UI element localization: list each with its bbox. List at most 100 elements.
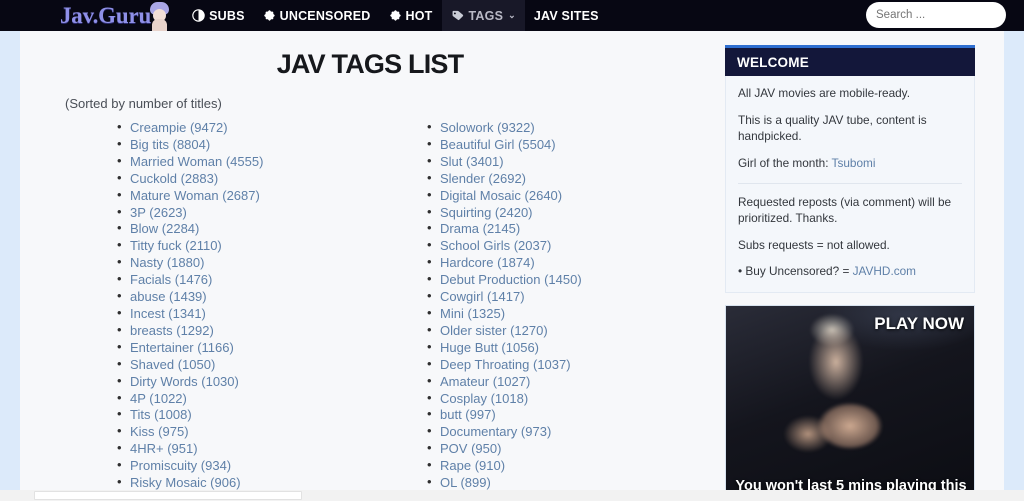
- tag-link[interactable]: Blow (2284): [130, 221, 199, 236]
- tag-link[interactable]: Squirting (2420): [440, 205, 533, 220]
- tag-list-item: Slender (2692): [420, 170, 720, 188]
- tag-link[interactable]: Promiscuity (934): [130, 458, 231, 473]
- tag-link[interactable]: Incest (1341): [130, 306, 206, 321]
- tag-link[interactable]: Shaved (1050): [130, 357, 215, 372]
- tag-link[interactable]: Titty fuck (2110): [130, 238, 222, 253]
- tag-link[interactable]: Facials (1476): [130, 272, 212, 287]
- tag-link[interactable]: Deep Throating (1037): [440, 357, 571, 372]
- tag-link[interactable]: Documentary (973): [440, 424, 551, 439]
- girl-of-the-month-link[interactable]: Tsubomi: [832, 156, 876, 170]
- tag-link[interactable]: Amateur (1027): [440, 374, 530, 389]
- tag-list-item: Digital Mosaic (2640): [420, 187, 720, 205]
- tag-link[interactable]: Debut Production (1450): [440, 272, 582, 287]
- tag-link[interactable]: Nasty (1880): [130, 255, 204, 270]
- tag-link[interactable]: POV (950): [440, 441, 501, 456]
- nav-item-jav-sites[interactable]: JAV SITES: [525, 0, 608, 31]
- tag-list-item: Entertainer (1166): [110, 339, 410, 357]
- promo-banner[interactable]: PLAY NOW You won't last 5 mins playing t…: [725, 305, 975, 501]
- globe-icon: [192, 9, 205, 22]
- tag-link[interactable]: Rape (910): [440, 458, 505, 473]
- tag-list-item: Big tits (8804): [110, 136, 410, 154]
- tag-link[interactable]: Dirty Words (1030): [130, 374, 239, 389]
- buy-uncensored-label: • Buy Uncensored? =: [738, 264, 853, 279]
- scrollbar-thumb[interactable]: [34, 491, 302, 500]
- tag-link[interactable]: Kiss (975): [130, 424, 189, 439]
- tag-list-item: Incest (1341): [110, 305, 410, 323]
- tag-link[interactable]: Beautiful Girl (5504): [440, 137, 556, 152]
- tag-link[interactable]: Huge Butt (1056): [440, 340, 539, 355]
- tag-list-item: Tits (1008): [110, 406, 410, 424]
- tag-list-item: butt (997): [420, 406, 720, 424]
- tag-list-item: Creampie (9472): [110, 119, 410, 137]
- nav-item-hot[interactable]: HOT: [380, 0, 442, 31]
- tag-link[interactable]: abuse (1439): [130, 289, 207, 304]
- tag-link[interactable]: Cuckold (2883): [130, 171, 218, 186]
- tag-list-item: Nasty (1880): [110, 254, 410, 272]
- tag-link[interactable]: 4HR+ (951): [130, 441, 198, 456]
- tag-list-item: POV (950): [420, 440, 720, 458]
- tag-list-item: Beautiful Girl (5504): [420, 136, 720, 154]
- tag-list-item: Slut (3401): [420, 153, 720, 171]
- welcome-heading: WELCOME: [725, 45, 975, 76]
- tag-link[interactable]: Married Woman (4555): [130, 154, 263, 169]
- tag-list-item: Drama (2145): [420, 220, 720, 238]
- tag-list-item: Older sister (1270): [420, 322, 720, 340]
- tag-link[interactable]: 4P (1022): [130, 391, 187, 406]
- main-menu: SUBS UNCENSORED HOT TAGS ⌄ JAV SITES: [183, 0, 608, 31]
- tag-list-item: 4P (1022): [110, 390, 410, 408]
- tag-link[interactable]: School Girls (2037): [440, 238, 551, 253]
- tag-link[interactable]: Drama (2145): [440, 221, 520, 236]
- javhd-link[interactable]: JAVHD.com: [853, 264, 916, 278]
- tag-link[interactable]: Slender (2692): [440, 171, 526, 186]
- tag-link[interactable]: Mature Woman (2687): [130, 188, 260, 203]
- tag-link[interactable]: Mini (1325): [440, 306, 505, 321]
- tag-list-item: breasts (1292): [110, 322, 410, 340]
- nav-label-jav-sites: JAV SITES: [533, 8, 599, 23]
- welcome-body: All JAV movies are mobile-ready. This is…: [725, 76, 975, 294]
- tag-list-item: School Girls (2037): [420, 237, 720, 255]
- tag-link[interactable]: Tits (1008): [130, 407, 192, 422]
- tag-list-item: Rape (910): [420, 457, 720, 475]
- tag-list-item: Documentary (973): [420, 423, 720, 441]
- tag-link[interactable]: Risky Mosaic (906): [130, 475, 241, 490]
- tag-link[interactable]: Cowgirl (1417): [440, 289, 525, 304]
- tag-list-columns: Creampie (9472) Big tits (8804) Married Wo…: [20, 119, 720, 501]
- promo-banner-widget[interactable]: PLAY NOW You won't last 5 mins playing t…: [725, 305, 975, 501]
- tag-link[interactable]: Slut (3401): [440, 154, 504, 169]
- main-content: JAV TAGS LIST (Sorted by number of title…: [20, 31, 720, 501]
- tag-link[interactable]: Creampie (9472): [130, 120, 228, 135]
- tag-list-1: Creampie (9472) Big tits (8804) Married Wo…: [110, 119, 410, 501]
- tag-link[interactable]: butt (997): [440, 407, 496, 422]
- tag-list-item: Cosplay (1018): [420, 390, 720, 408]
- horizontal-scrollbar[interactable]: [0, 490, 1024, 501]
- tag-link[interactable]: breasts (1292): [130, 323, 214, 338]
- tag-list-item: Mature Woman (2687): [110, 187, 410, 205]
- tag-column-2: Solowork (9322) Beautiful Girl (5504) Slut…: [420, 119, 720, 501]
- nav-item-subs[interactable]: SUBS: [183, 0, 254, 31]
- tag-link[interactable]: Big tits (8804): [130, 137, 210, 152]
- search-box[interactable]: [866, 2, 1024, 28]
- welcome-line-4: Requested reposts (via comment) will be …: [738, 194, 952, 225]
- tag-link[interactable]: Cosplay (1018): [440, 391, 528, 406]
- search-input[interactable]: [876, 9, 1024, 21]
- tag-list-item: Mini (1325): [420, 305, 720, 323]
- tag-list-item: Promiscuity (934): [110, 457, 410, 475]
- play-now-label[interactable]: PLAY NOW: [874, 314, 964, 334]
- tag-link[interactable]: Hardcore (1874): [440, 255, 535, 270]
- nav-item-tags[interactable]: TAGS ⌄: [441, 0, 525, 31]
- tag-link[interactable]: Digital Mosaic (2640): [440, 188, 562, 203]
- tag-link[interactable]: OL (899): [440, 475, 491, 490]
- nav-item-uncensored[interactable]: UNCENSORED: [254, 0, 380, 31]
- welcome-line-2: This is a quality JAV tube, content is h…: [738, 112, 927, 143]
- tag-link[interactable]: Solowork (9322): [440, 120, 535, 135]
- tag-list-2: Solowork (9322) Beautiful Girl (5504) Slut…: [420, 119, 720, 501]
- page-root: Jav.Guru SUBS UNCENSORED HOT TAGS ⌄ JAV …: [0, 0, 1024, 501]
- tag-list-item: Cuckold (2883): [110, 170, 410, 188]
- site-logo[interactable]: Jav.Guru: [60, 0, 173, 31]
- mascot-icon: [147, 0, 173, 31]
- sidebar: WELCOME All JAV movies are mobile-ready.…: [725, 45, 975, 501]
- tag-link[interactable]: Older sister (1270): [440, 323, 548, 338]
- tag-link[interactable]: Entertainer (1166): [130, 340, 234, 355]
- tag-link[interactable]: 3P (2623): [130, 205, 187, 220]
- tag-list-item: Shaved (1050): [110, 356, 410, 374]
